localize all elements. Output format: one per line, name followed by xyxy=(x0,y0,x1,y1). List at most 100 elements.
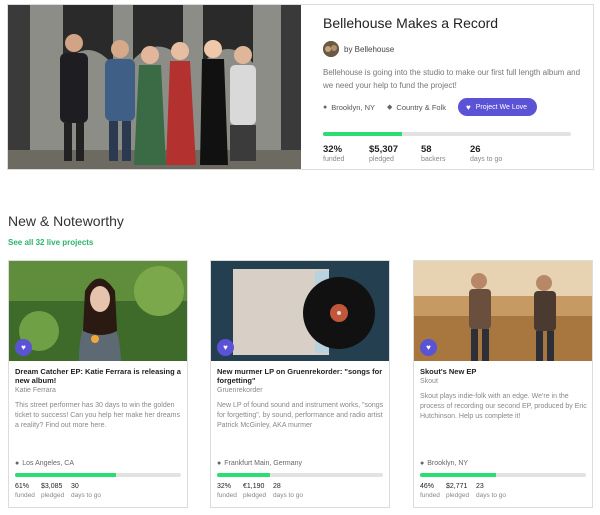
badge-label: Project We Love xyxy=(475,103,527,111)
stat-pledged: $2,771 pledged xyxy=(446,482,476,500)
stat-label: backers xyxy=(421,156,446,163)
funding-progress-bar xyxy=(15,473,181,477)
project-location[interactable]: ● Frankfurt Main, Germany xyxy=(217,460,302,467)
funding-progress-bar xyxy=(323,132,571,136)
funding-progress-fill xyxy=(420,473,497,477)
project-location[interactable]: ● Brooklyn, NY xyxy=(420,460,468,467)
location-tag[interactable]: ● Brooklyn, NY xyxy=(323,103,375,112)
project-title[interactable]: Dream Catcher EP: Katie Ferrara is relea… xyxy=(15,367,183,385)
stat-funded: 32% funded xyxy=(217,482,243,500)
stat-label: days to go xyxy=(470,156,503,163)
project-location[interactable]: ● Los Angeles, CA xyxy=(15,460,74,467)
heart-icon: ♥ xyxy=(466,102,471,112)
stat-label: funded xyxy=(420,492,440,499)
stat-value: 46% xyxy=(420,483,435,490)
category-tag[interactable]: ◆ Country & Folk xyxy=(387,103,446,112)
creator-avatar[interactable] xyxy=(323,41,339,57)
project-creator[interactable]: Gruenrekorder xyxy=(217,387,263,394)
map-pin-icon: ● xyxy=(15,460,20,467)
stat-pledged: $5,307 pledged xyxy=(369,144,421,164)
stat-value: $5,307 xyxy=(369,144,399,155)
location-label: Los Angeles, CA xyxy=(22,460,74,467)
band-photo xyxy=(8,5,301,169)
heart-icon[interactable]: ♥ xyxy=(217,339,234,356)
stat-label: days to go xyxy=(71,492,101,499)
stat-pledged: $3,085 pledged xyxy=(41,482,71,500)
heart-icon[interactable]: ♥ xyxy=(420,339,437,356)
project-photo xyxy=(414,261,592,361)
project-card[interactable]: ♥ Dream Catcher EP: Katie Ferrara is rel… xyxy=(8,260,188,508)
heart-icon[interactable]: ♥ xyxy=(15,339,32,356)
location-label: Brooklyn, NY xyxy=(331,102,376,112)
stat-label: days to go xyxy=(476,492,506,499)
map-pin-icon: ● xyxy=(323,103,328,111)
stat-value: 23 xyxy=(476,483,484,490)
stat-value: $2,771 xyxy=(446,483,468,490)
project-thumbnail[interactable] xyxy=(211,261,389,361)
project-title[interactable]: New murmer LP on Gruenrekorder: "songs f… xyxy=(217,367,385,385)
stat-label: funded xyxy=(323,156,345,163)
map-pin-icon: ● xyxy=(420,460,425,467)
stat-days-to-go: 28 days to go xyxy=(273,482,313,500)
project-creator[interactable]: Katie Ferrara xyxy=(15,387,56,394)
stat-value: $3,085 xyxy=(41,483,63,490)
stat-funded: 32% funded xyxy=(323,144,369,164)
stat-label: funded xyxy=(217,492,237,499)
stat-funded: 46% funded xyxy=(420,482,446,500)
tag-icon: ◆ xyxy=(387,104,393,111)
stat-label: pledged xyxy=(369,156,394,163)
featured-project-title[interactable]: Bellehouse Makes a Record xyxy=(323,15,498,31)
funding-progress-fill xyxy=(15,473,117,477)
project-card[interactable]: ♥ Skout's New EP Skout Skout plays indie… xyxy=(413,260,593,508)
stat-days-to-go: 26 days to go xyxy=(470,144,530,164)
project-stats: 32% funded €1,190 pledged 28 days to go xyxy=(217,482,313,500)
featured-project-stats: 32% funded $5,307 pledged 58 backers 26 … xyxy=(323,144,530,164)
project-stats: 46% funded $2,771 pledged 23 days to go xyxy=(420,482,516,500)
project-title[interactable]: Skout's New EP xyxy=(420,367,588,376)
stat-value: €1,190 xyxy=(243,483,265,490)
featured-project-image[interactable] xyxy=(8,5,301,169)
project-photo xyxy=(9,261,187,361)
stat-label: pledged xyxy=(243,492,267,499)
stat-pledged: €1,190 pledged xyxy=(243,482,273,500)
location-label: Frankfurt Main, Germany xyxy=(224,460,303,467)
stat-value: 61% xyxy=(15,483,30,490)
project-we-love-badge[interactable]: ♥ Project We Love xyxy=(458,98,537,116)
see-all-projects-link[interactable]: See all 32 live projects xyxy=(8,238,93,247)
project-stats: 61% funded $3,085 pledged 30 days to go xyxy=(15,482,111,500)
category-label: Country & Folk xyxy=(396,102,447,112)
project-photo xyxy=(211,261,389,361)
stat-value: 28 xyxy=(273,483,281,490)
funding-progress-fill xyxy=(217,473,271,477)
project-creator[interactable]: Skout xyxy=(420,378,438,385)
stat-backers: 58 backers xyxy=(421,144,470,164)
funding-progress-fill xyxy=(323,132,403,136)
stat-days-to-go: 23 days to go xyxy=(476,482,516,500)
stat-value: 58 xyxy=(421,144,432,155)
featured-project-card[interactable]: Bellehouse Makes a Record by Bellehouse … xyxy=(7,4,594,170)
section-title: New & Noteworthy xyxy=(8,213,124,229)
stat-funded: 61% funded xyxy=(15,482,41,500)
stat-days-to-go: 30 days to go xyxy=(71,482,111,500)
featured-project-tags: ● Brooklyn, NY ◆ Country & Folk ♥ Projec… xyxy=(323,98,537,116)
map-pin-icon: ● xyxy=(217,460,222,467)
project-description: New LP of found sound and instrument wor… xyxy=(217,402,384,429)
project-thumbnail[interactable] xyxy=(9,261,187,361)
creator-name[interactable]: by Bellehouse xyxy=(344,45,394,54)
featured-project-byline: by Bellehouse xyxy=(323,41,394,57)
stat-label: days to go xyxy=(273,492,303,499)
stat-label: pledged xyxy=(41,492,65,499)
stat-value: 30 xyxy=(71,483,79,490)
stat-label: funded xyxy=(15,492,35,499)
stat-value: 32% xyxy=(217,483,232,490)
location-label: Brooklyn, NY xyxy=(427,460,469,467)
project-description: Skout plays indie-folk with an edge. We'… xyxy=(420,393,587,420)
featured-project-description: Bellehouse is going into the studio to m… xyxy=(323,68,581,90)
stat-value: 32% xyxy=(323,144,343,155)
funding-progress-bar xyxy=(217,473,383,477)
funding-progress-bar xyxy=(420,473,586,477)
stat-label: pledged xyxy=(446,492,470,499)
project-thumbnail[interactable] xyxy=(414,261,592,361)
project-card[interactable]: ♥ New murmer LP on Gruenrekorder: "songs… xyxy=(210,260,390,508)
project-description: This street performer has 30 days to win… xyxy=(15,402,180,429)
